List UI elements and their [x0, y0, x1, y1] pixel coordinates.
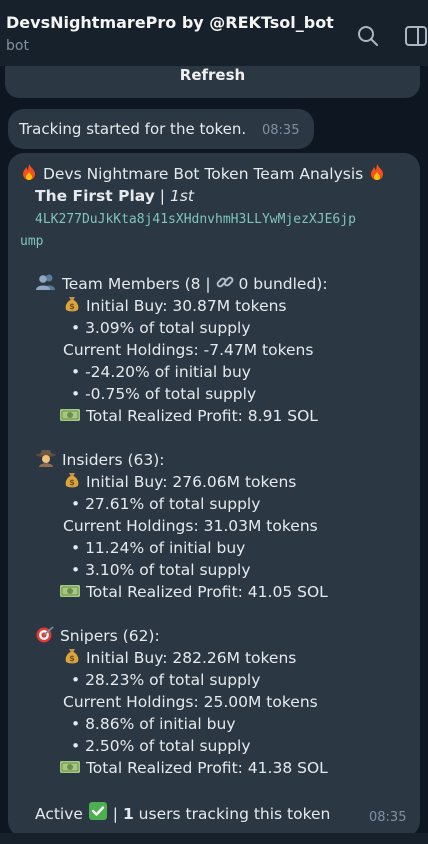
- team-heading: Team Members (8 |: [61, 275, 216, 293]
- search-icon[interactable]: [356, 24, 380, 48]
- snipers-heading: Snipers (62):: [59, 627, 160, 645]
- snipers-profit: Total Realized Profit: 41.38 SOL: [85, 759, 328, 777]
- insiders-profit: Total Realized Profit: 41.05 SOL: [85, 583, 328, 601]
- detective-icon: [36, 450, 56, 467]
- target-icon: [36, 626, 54, 643]
- tracking-user-count: 1: [122, 805, 134, 823]
- fire-icon: [371, 164, 384, 180]
- message-list[interactable]: Refresh Tracking started for the token. …: [0, 66, 428, 844]
- snipers-profit-line: Total Realized Profit: 41.38 SOL: [59, 757, 328, 779]
- token-name-line: The First Play | 1st: [35, 185, 194, 207]
- team-current-holdings: Current Holdings: -7.47M tokens: [63, 341, 314, 359]
- status-message-bubble: Tracking started for the token. 08:35: [8, 109, 314, 149]
- separator: |: [154, 187, 170, 205]
- team-current-pct-initial: • -24.20% of initial buy: [71, 363, 251, 381]
- sidebar-toggle-icon[interactable]: [404, 24, 428, 48]
- dollar-banknote-icon: [60, 409, 80, 421]
- previous-message-bubble: Refresh: [5, 66, 420, 98]
- active-label: Active: [35, 805, 88, 823]
- snipers-heading-line: Snipers (62):: [35, 625, 160, 647]
- fire-icon: [23, 164, 35, 180]
- insiders-heading: Insiders (63):: [61, 451, 165, 469]
- team-icon: [36, 274, 55, 290]
- insiders-initial-buy: Initial Buy: 276.06M tokens: [85, 473, 297, 491]
- check-mark-icon: [88, 802, 107, 820]
- money-bag-icon: $: [65, 297, 79, 312]
- team-profit-line: Total Realized Profit: 8.91 SOL: [59, 405, 318, 427]
- tracking-text: users tracking this token: [133, 805, 331, 823]
- dollar-banknote-icon: [60, 585, 80, 597]
- message-time: 08:35: [262, 123, 300, 138]
- insiders-profit-line: Total Realized Profit: 41.05 SOL: [59, 581, 328, 603]
- team-heading-line: Team Members (8 | 0 bundled):: [35, 273, 328, 295]
- money-bag-icon: $: [65, 473, 79, 488]
- team-initial-buy-line: $ Initial Buy: 30.87M tokens: [63, 295, 287, 317]
- snipers-current-holdings: Current Holdings: 25.00M tokens: [63, 693, 318, 711]
- analysis-title: Devs Nightmare Bot Token Team Analysis: [42, 165, 364, 183]
- link-icon: [216, 276, 233, 288]
- svg-text:$: $: [69, 654, 75, 663]
- analysis-message-bubble: Devs Nightmare Bot Token Team Analysis T…: [8, 153, 420, 837]
- insiders-initial-pct: • 27.61% of total supply: [71, 495, 261, 513]
- chat-header: DevsNightmarePro by @REKTsol_bot bot: [0, 0, 428, 66]
- team-current-pct-total: • -0.75% of total supply: [71, 385, 257, 403]
- insiders-current-pct-initial: • 11.24% of initial buy: [71, 539, 246, 557]
- message-input-bar[interactable]: [0, 833, 428, 844]
- team-initial-pct: • 3.09% of total supply: [71, 319, 251, 337]
- insiders-current-pct-total: • 3.10% of total supply: [71, 561, 251, 579]
- snipers-initial-pct: • 28.23% of total supply: [71, 671, 261, 689]
- dollar-banknote-icon: [60, 761, 80, 773]
- svg-text:$: $: [69, 478, 75, 487]
- refresh-button[interactable]: Refresh: [180, 66, 245, 84]
- separator: |: [107, 805, 123, 823]
- team-initial-buy: Initial Buy: 30.87M tokens: [85, 297, 287, 315]
- insiders-current-holdings: Current Holdings: 31.03M tokens: [63, 517, 318, 535]
- tracking-status-line: Active | 1 users tracking this token: [35, 801, 330, 825]
- team-profit: Total Realized Profit: 8.91 SOL: [85, 407, 318, 425]
- svg-text:$: $: [69, 302, 75, 311]
- token-name: The First Play: [35, 187, 155, 205]
- token-address-cont[interactable]: ump: [20, 231, 43, 253]
- snipers-current-pct-initial: • 8.86% of initial buy: [71, 715, 236, 733]
- token-address[interactable]: 4LK277DuJkKta8j41sXHdnvhmH3LLYwMjezXJE6j…: [35, 209, 356, 231]
- insiders-heading-line: Insiders (63):: [35, 449, 165, 471]
- money-bag-icon: $: [65, 649, 79, 664]
- team-bundled: 0 bundled):: [233, 275, 328, 293]
- status-message-text: Tracking started for the token.: [19, 120, 247, 138]
- insiders-initial-buy-line: $ Initial Buy: 276.06M tokens: [63, 471, 296, 493]
- token-tag: 1st: [169, 187, 194, 205]
- snipers-initial-buy: Initial Buy: 282.26M tokens: [85, 649, 297, 667]
- analysis-title-line: Devs Nightmare Bot Token Team Analysis: [20, 163, 386, 185]
- snipers-initial-buy-line: $ Initial Buy: 282.26M tokens: [63, 647, 296, 669]
- snipers-current-pct-total: • 2.50% of total supply: [71, 737, 251, 755]
- message-time: 08:35: [369, 810, 407, 825]
